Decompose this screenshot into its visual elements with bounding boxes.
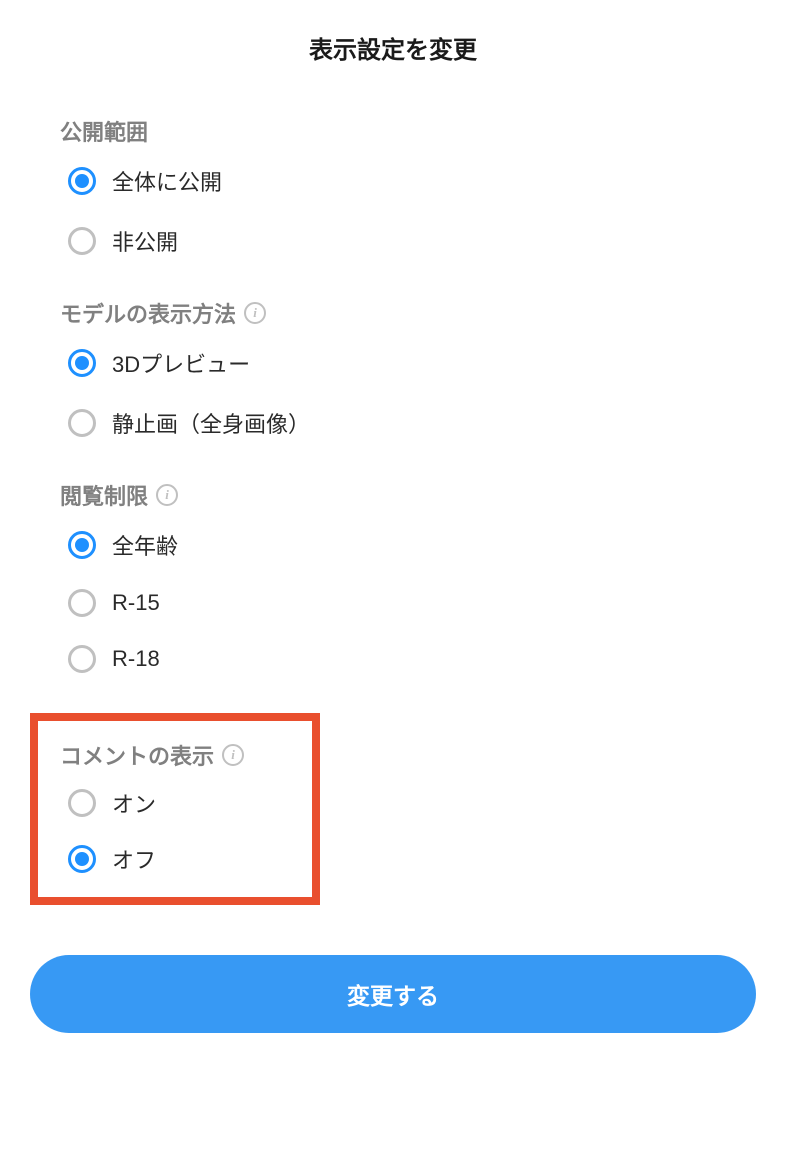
age-restriction-header: 閲覧制限 i (60, 479, 756, 511)
comments-title: コメントの表示 (60, 739, 214, 771)
display-method-option-still[interactable]: 静止画（全身画像） (60, 407, 756, 439)
info-icon[interactable]: i (156, 484, 178, 506)
age-restriction-r18-label: R-18 (112, 646, 160, 672)
display-method-option-3d[interactable]: 3Dプレビュー (60, 347, 756, 379)
age-restriction-option-r15[interactable]: R-15 (60, 589, 756, 617)
info-icon[interactable]: i (244, 302, 266, 324)
visibility-option-public[interactable]: 全体に公開 (60, 165, 756, 197)
age-restriction-option-r18[interactable]: R-18 (60, 645, 756, 673)
radio-checked-icon (68, 349, 96, 377)
visibility-option-private[interactable]: 非公開 (60, 225, 756, 257)
display-method-title: モデルの表示方法 (60, 297, 236, 329)
dialog-title: 表示設定を変更 (30, 30, 756, 65)
radio-checked-icon (68, 167, 96, 195)
comments-on-label: オン (112, 787, 156, 819)
visibility-private-label: 非公開 (112, 225, 178, 257)
radio-unchecked-icon (68, 589, 96, 617)
radio-checked-icon (68, 531, 96, 559)
age-restriction-option-all[interactable]: 全年齢 (60, 529, 756, 561)
visibility-section: 公開範囲 全体に公開 非公開 (30, 115, 756, 257)
radio-unchecked-icon (68, 227, 96, 255)
age-restriction-r15-label: R-15 (112, 590, 160, 616)
comments-section-highlighted: コメントの表示 i オン オフ (30, 713, 320, 905)
visibility-title: 公開範囲 (60, 115, 148, 147)
display-method-3d-label: 3Dプレビュー (112, 347, 250, 379)
display-method-still-label: 静止画（全身画像） (112, 407, 310, 439)
radio-unchecked-icon (68, 789, 96, 817)
age-restriction-section: 閲覧制限 i 全年齢 R-15 R-18 (30, 479, 756, 673)
info-icon[interactable]: i (222, 744, 244, 766)
age-restriction-title: 閲覧制限 (60, 479, 148, 511)
comments-option-on[interactable]: オン (60, 787, 290, 819)
display-method-section: モデルの表示方法 i 3Dプレビュー 静止画（全身画像） (30, 297, 756, 439)
age-restriction-all-label: 全年齢 (112, 529, 178, 561)
comments-option-off[interactable]: オフ (60, 843, 290, 875)
display-method-header: モデルの表示方法 i (60, 297, 756, 329)
visibility-public-label: 全体に公開 (112, 165, 222, 197)
radio-checked-icon (68, 845, 96, 873)
radio-unchecked-icon (68, 409, 96, 437)
visibility-header: 公開範囲 (60, 115, 756, 147)
submit-button[interactable]: 変更する (30, 955, 756, 1033)
comments-off-label: オフ (112, 843, 156, 875)
comments-header: コメントの表示 i (60, 739, 290, 771)
radio-unchecked-icon (68, 645, 96, 673)
